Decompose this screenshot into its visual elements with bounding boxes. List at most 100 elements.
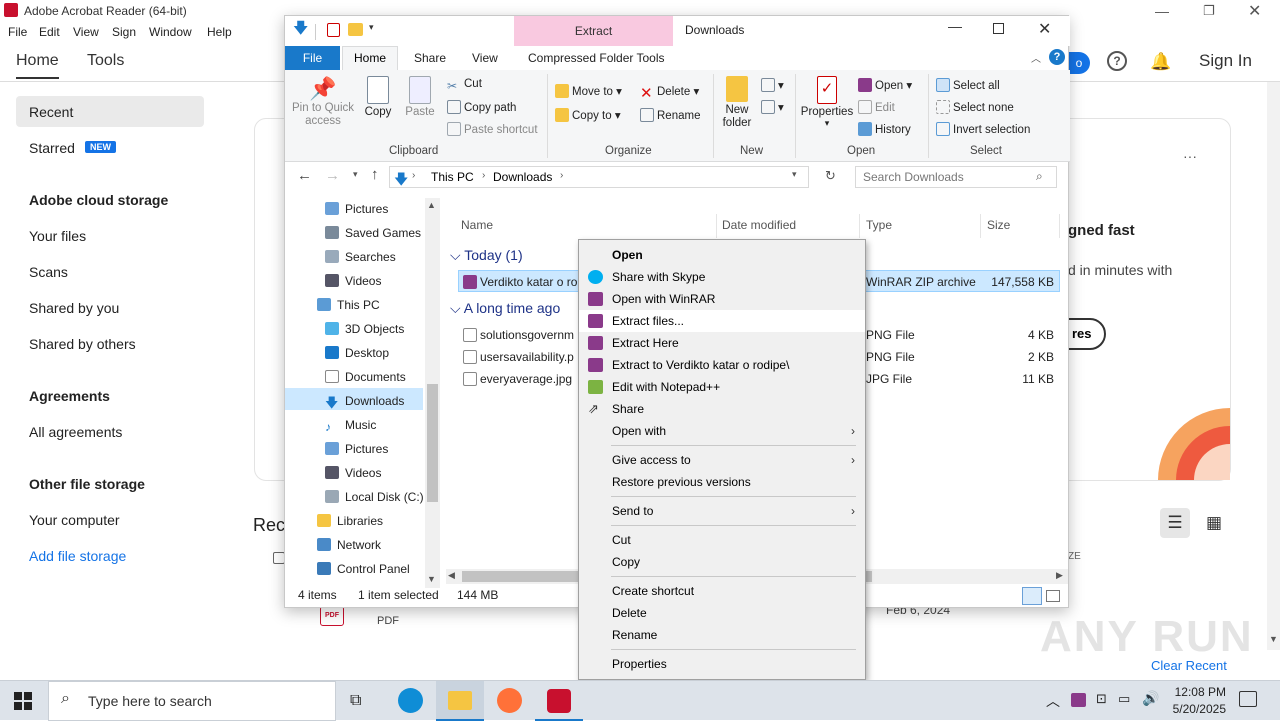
- qat-dropdown-icon[interactable]: ▾: [369, 22, 374, 33]
- menu-item-extract-to[interactable]: Extract to Verdikto katar o rodipe\: [579, 354, 865, 376]
- tab-home-explorer[interactable]: Home: [342, 46, 398, 70]
- nav-item-3d-objects[interactable]: 3D Objects: [325, 322, 404, 336]
- scroll-down-arrow-icon[interactable]: ▼: [427, 574, 436, 584]
- tab-home[interactable]: Home: [16, 52, 59, 70]
- paste-shortcut-button[interactable]: Paste shortcut: [447, 122, 538, 136]
- table-row[interactable]: usersavailability.p: [463, 350, 574, 364]
- menu-view[interactable]: View: [73, 25, 99, 39]
- group-header-today[interactable]: ⌵ Today (1): [450, 247, 523, 264]
- windows-start-icon[interactable]: [14, 692, 32, 710]
- address-box[interactable]: 🡇 › This PC › Downloads › ▾: [389, 166, 809, 188]
- sign-in-button[interactable]: Sign In: [1199, 51, 1252, 71]
- sidebar-item-recent[interactable]: Recent: [29, 104, 73, 120]
- menu-item-rename[interactable]: Rename: [579, 624, 865, 646]
- sidebar-item-your-computer[interactable]: Your computer: [29, 512, 120, 528]
- nav-item-pictures[interactable]: Pictures: [325, 202, 388, 216]
- nav-item-desktop[interactable]: Desktop: [325, 346, 389, 360]
- menu-item-open-with-winrar[interactable]: Open with WinRAR: [579, 288, 865, 310]
- scroll-down-arrow-icon[interactable]: ▼: [1269, 634, 1278, 644]
- nav-item-pictures-2[interactable]: Pictures: [325, 442, 388, 456]
- sidebar-item-all-agreements[interactable]: All agreements: [29, 424, 122, 440]
- new-folder-quick-icon[interactable]: [348, 23, 363, 36]
- menu-item-copy[interactable]: Copy: [579, 551, 865, 573]
- history-button[interactable]: History: [858, 122, 911, 136]
- sidebar-item-add-storage[interactable]: Add file storage: [29, 548, 126, 564]
- menu-item-share-with-skype[interactable]: Share with Skype: [579, 266, 865, 288]
- explorer-close-icon[interactable]: ✕: [1038, 19, 1051, 39]
- sidebar-item-shared-by-others[interactable]: Shared by others: [29, 336, 136, 352]
- edge-icon[interactable]: [398, 688, 423, 713]
- properties-button[interactable]: ✓ Properties ▾: [800, 76, 854, 129]
- help-icon[interactable]: ?: [1107, 51, 1127, 71]
- nav-scroll-thumb[interactable]: [427, 384, 438, 502]
- properties-quick-icon[interactable]: [327, 23, 340, 37]
- menu-item-extract-here[interactable]: Extract Here: [579, 332, 865, 354]
- search-box[interactable]: Search Downloads ⌕: [855, 166, 1057, 188]
- acrobat-close-icon[interactable]: ✕: [1248, 1, 1261, 21]
- menu-file[interactable]: File: [8, 25, 27, 39]
- scroll-up-arrow-icon[interactable]: ▲: [427, 200, 436, 210]
- notification-bell-icon[interactable]: 🔔: [1150, 52, 1171, 72]
- file-name-cell[interactable]: Verdikto katar o ro: [463, 275, 577, 289]
- menu-sign[interactable]: Sign: [112, 25, 136, 39]
- cut-button[interactable]: ✂ Cut: [447, 78, 482, 93]
- scroll-left-arrow-icon[interactable]: ◀: [448, 570, 455, 581]
- copy-path-button[interactable]: Copy path: [447, 100, 516, 114]
- nav-item-saved-games[interactable]: Saved Games: [325, 226, 421, 240]
- winrar-tray-icon[interactable]: [1071, 693, 1086, 707]
- breadcrumb-this-pc[interactable]: This PC: [431, 170, 474, 184]
- group-header-long-ago[interactable]: ⌵ A long time ago: [450, 300, 560, 317]
- open-button[interactable]: Open ▾: [858, 78, 912, 92]
- paste-button[interactable]: Paste: [402, 76, 438, 118]
- nav-item-documents[interactable]: Documents: [325, 370, 406, 384]
- nav-item-videos-2[interactable]: Videos: [325, 466, 381, 480]
- notifications-icon[interactable]: [1239, 691, 1257, 707]
- table-row[interactable]: everyaverage.jpg: [463, 372, 572, 386]
- ribbon-collapse-icon[interactable]: ︿: [1031, 50, 1041, 65]
- menu-item-delete[interactable]: Delete: [579, 602, 865, 624]
- breadcrumb-downloads[interactable]: Downloads: [493, 170, 552, 184]
- tray-device-icon[interactable]: ⊡: [1096, 691, 1107, 707]
- new-item-button[interactable]: ▾: [761, 78, 784, 92]
- nav-item-music[interactable]: ♪ Music: [325, 418, 376, 434]
- delete-button[interactable]: ✕ Delete ▾: [640, 84, 699, 101]
- nav-item-local-disk[interactable]: Local Disk (C:): [325, 490, 424, 504]
- menu-item-properties[interactable]: Properties: [579, 653, 865, 675]
- sidebar-item-scans[interactable]: Scans: [29, 264, 68, 280]
- column-date-modified[interactable]: Date modified: [722, 218, 796, 232]
- clock-date[interactable]: 5/20/2025: [1160, 702, 1226, 716]
- menu-item-create-shortcut[interactable]: Create shortcut: [579, 580, 865, 602]
- explorer-minimize-icon[interactable]: —: [948, 18, 962, 34]
- show-hidden-icons[interactable]: ︿: [1046, 691, 1060, 711]
- nav-item-libraries[interactable]: Libraries: [317, 514, 383, 528]
- select-none-button[interactable]: Select none: [936, 100, 1014, 114]
- explorer-help-icon[interactable]: ?: [1049, 49, 1065, 65]
- nav-item-downloads[interactable]: 🡇 Downloads: [325, 394, 404, 409]
- tab-view[interactable]: View: [472, 51, 498, 65]
- tab-compressed-folder-tools[interactable]: Compressed Folder Tools: [528, 51, 665, 65]
- breadcrumb-chevron-icon[interactable]: ›: [560, 170, 563, 181]
- edit-button[interactable]: Edit: [858, 100, 895, 114]
- copy-button[interactable]: Copy: [361, 76, 395, 118]
- pin-quick-access-button[interactable]: 📌 Pin to Quick access: [291, 76, 355, 128]
- explorer-maximize-icon[interactable]: [993, 23, 1004, 34]
- acrobat-minimize-icon[interactable]: —: [1155, 3, 1169, 19]
- sidebar-item-starred[interactable]: Starred: [29, 140, 75, 156]
- taskbar-search-box[interactable]: ⌕ Type here to search: [48, 681, 336, 721]
- menu-edit[interactable]: Edit: [39, 25, 60, 39]
- upgrade-button-partial[interactable]: o: [1068, 52, 1090, 74]
- volume-icon[interactable]: 🔊: [1142, 690, 1159, 707]
- firefox-icon[interactable]: [497, 688, 522, 713]
- column-name[interactable]: Name: [461, 218, 493, 232]
- menu-item-cut[interactable]: Cut: [579, 529, 865, 551]
- menu-item-share[interactable]: ⇗ Share: [579, 398, 865, 420]
- back-arrow-icon[interactable]: ←: [297, 167, 312, 184]
- menu-item-extract-files[interactable]: Extract files...: [579, 310, 865, 332]
- acrobat-scrollbar[interactable]: [1267, 82, 1280, 650]
- nav-item-control-panel[interactable]: Control Panel: [317, 562, 410, 576]
- breadcrumb-chevron-icon[interactable]: ›: [412, 170, 415, 181]
- menu-help[interactable]: Help: [207, 25, 232, 39]
- refresh-icon[interactable]: ↻: [825, 168, 836, 184]
- scroll-right-arrow-icon[interactable]: ▶: [1056, 570, 1063, 581]
- clear-recent-link[interactable]: Clear Recent: [1151, 658, 1227, 673]
